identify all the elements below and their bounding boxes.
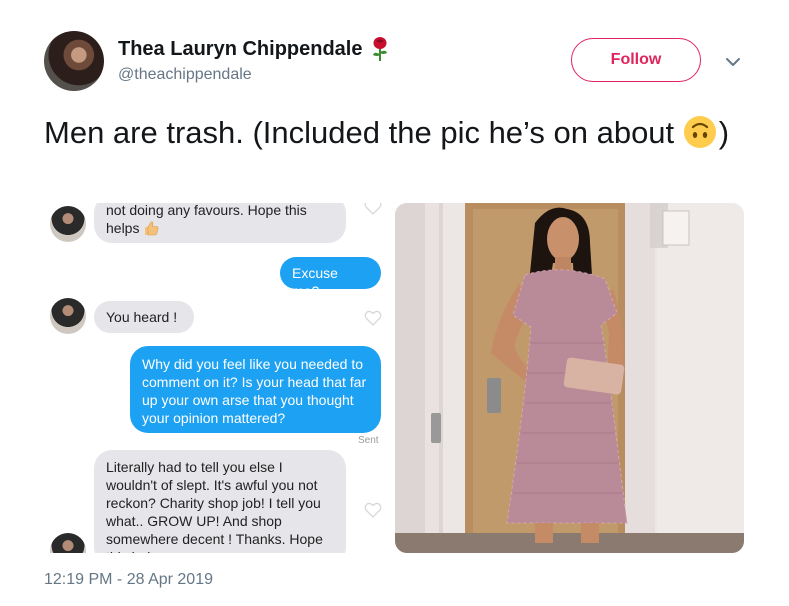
dm-screenshot-image[interactable]: not doing any favours. Hope this helps E… xyxy=(44,203,386,553)
woman-in-pink-lace-dress xyxy=(395,203,744,553)
upside-down-face-icon xyxy=(683,116,716,148)
author-name-row[interactable]: Thea Lauryn Chippendale xyxy=(118,36,390,62)
outfit-photo[interactable] xyxy=(395,203,744,553)
sender-avatar xyxy=(50,298,86,334)
heart-icon xyxy=(364,310,382,326)
message-bubble-sent: Why did you feel like you needed to comm… xyxy=(130,346,381,433)
sender-avatar xyxy=(50,206,86,242)
sender-avatar xyxy=(50,533,86,553)
rose-icon xyxy=(373,37,388,61)
message-bubble-received: not doing any favours. Hope this helps xyxy=(94,203,346,243)
author-handle[interactable]: @theachippendale xyxy=(118,66,252,84)
chevron-down-icon[interactable] xyxy=(723,52,743,72)
heart-icon xyxy=(364,502,382,518)
tweet-text-closing: ) xyxy=(718,115,730,150)
thumbs-up-icon xyxy=(145,221,159,236)
author-avatar[interactable] xyxy=(44,31,104,91)
author-display-name[interactable]: Thea Lauryn Chippendale xyxy=(118,38,362,61)
follow-button[interactable]: Follow xyxy=(571,38,701,82)
tweet-text: Men are trash. (Included the pic he’s on… xyxy=(44,113,756,153)
heart-icon xyxy=(364,203,382,215)
sent-status: Sent xyxy=(358,435,379,446)
tweet-timestamp[interactable]: 12:19 PM - 28 Apr 2019 xyxy=(44,571,213,589)
message-bubble-sent: Excuse me? xyxy=(280,257,381,299)
tweet-text-main: Men are trash. (Included the pic he’s on… xyxy=(44,115,683,150)
message-bubble-received: Literally had to tell you else I wouldn'… xyxy=(94,450,346,553)
message-bubble-received: You heard ! xyxy=(94,301,194,333)
